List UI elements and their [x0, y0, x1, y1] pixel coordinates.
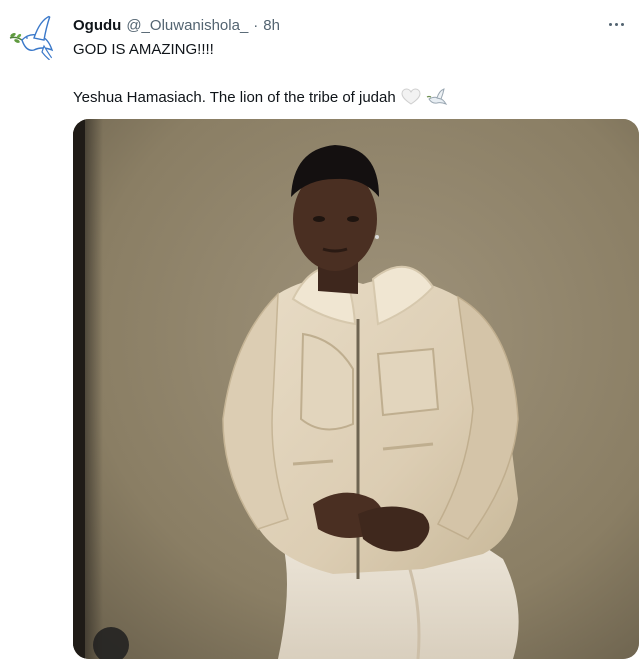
separator: · — [253, 16, 259, 34]
more-options-icon — [608, 22, 612, 26]
tweet-media-image[interactable] — [73, 119, 639, 659]
photo-of-man-in-shearling-jacket — [73, 119, 639, 659]
user-handle[interactable]: @_Oluwanishola_ — [126, 17, 248, 34]
timestamp[interactable]: 8h — [263, 17, 280, 34]
white-heart-icon — [401, 88, 421, 105]
more-options-button[interactable] — [604, 14, 628, 34]
display-name[interactable]: Ogudu — [73, 17, 121, 34]
dove-with-olive-branch-icon — [9, 14, 57, 65]
tweet-text-line2: Yeshua Hamasiach. The lion of the tribe … — [73, 87, 448, 107]
tweet-text-line2-content: Yeshua Hamasiach. The lion of the tribe … — [73, 88, 396, 106]
tweet-header: Ogudu @_Oluwanishola_ · 8h — [73, 15, 280, 35]
tweet-text-line1: GOD IS AMAZING!!!! — [73, 41, 214, 58]
avatar[interactable] — [4, 10, 60, 66]
dove-icon — [426, 88, 447, 106]
